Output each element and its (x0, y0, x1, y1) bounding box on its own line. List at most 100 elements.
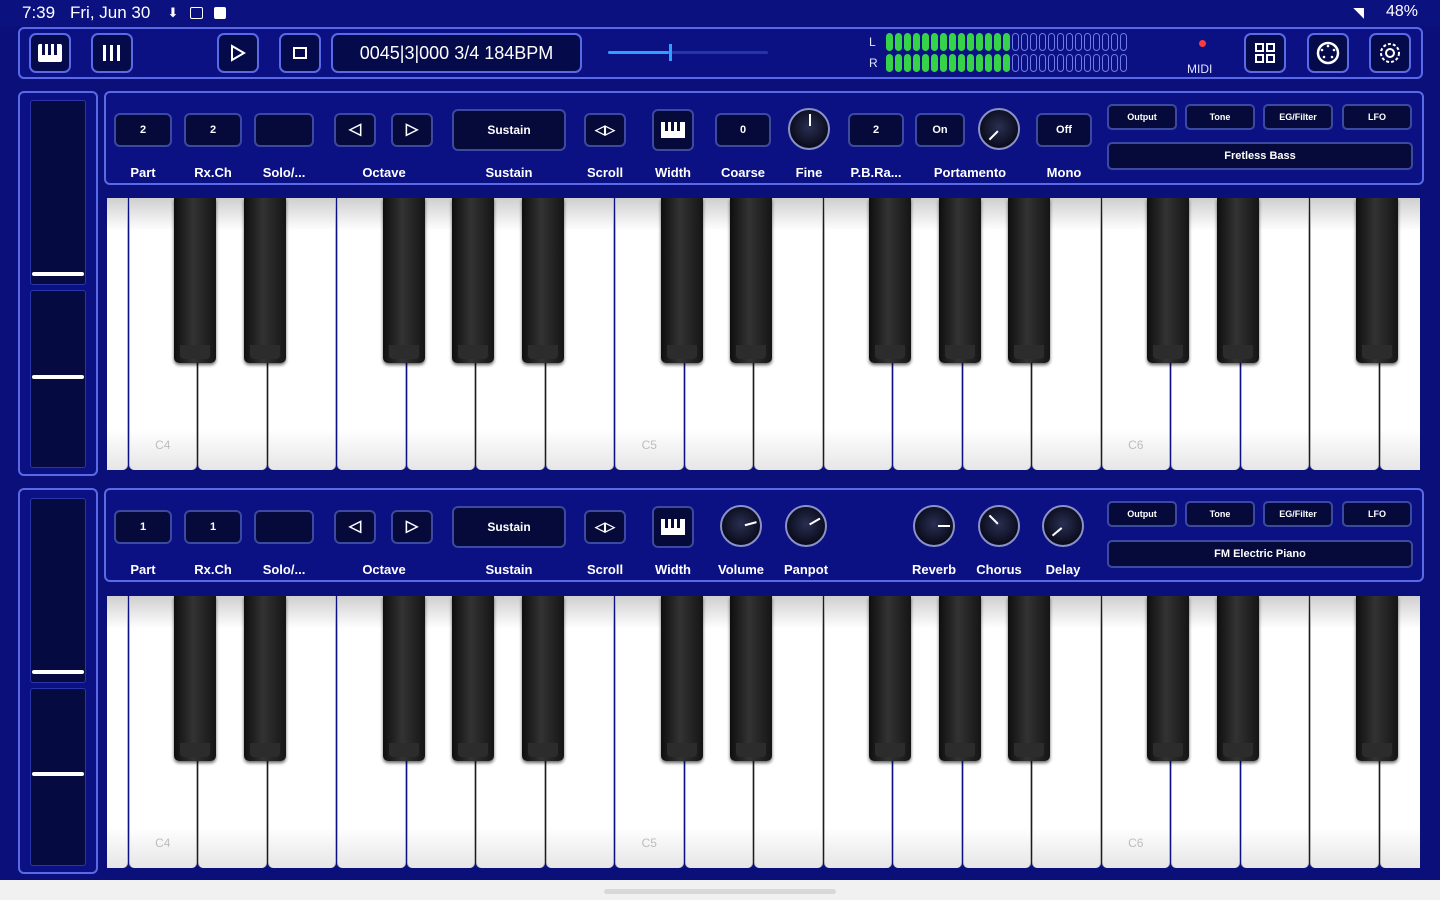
lower-black-key[interactable] (1147, 596, 1189, 761)
meter-segment (1021, 54, 1028, 72)
song-position-display[interactable]: 0045|3|000 3/4 184BPM (331, 33, 582, 73)
lower-delay-knob[interactable] (1042, 505, 1084, 547)
lower-black-key[interactable] (382, 596, 425, 761)
tempo-slider-thumb[interactable] (668, 44, 672, 61)
lower-width-button[interactable] (652, 506, 694, 548)
layout-grid-button[interactable] (1244, 33, 1286, 73)
lower-tab-eg-filter[interactable]: EG/Filter (1263, 501, 1333, 527)
lower-reverb-knob[interactable] (913, 505, 955, 547)
upper-tab-lfo[interactable]: LFO (1342, 104, 1412, 130)
upper-black-key[interactable] (938, 198, 981, 363)
upper-keyboard[interactable]: C4 C5 C6 (107, 198, 1420, 470)
upper-rx-channel-select[interactable]: 2 (184, 113, 242, 147)
lower-black-key[interactable] (1008, 596, 1050, 761)
lower-black-key[interactable] (730, 596, 772, 761)
lower-chorus-knob[interactable] (978, 505, 1020, 547)
upper-black-key[interactable] (660, 198, 703, 363)
upper-black-key[interactable] (521, 198, 564, 363)
lower-black-key[interactable] (1216, 596, 1259, 761)
upper-black-key[interactable] (1147, 198, 1189, 363)
upper-pitch-bend-range[interactable]: 2 (848, 113, 904, 147)
lower-modulation-indicator (32, 772, 84, 776)
lower-scroll-label: Scroll (586, 562, 624, 577)
lower-black-key[interactable] (869, 596, 911, 761)
upper-tab-eg-filter[interactable]: EG/Filter (1263, 104, 1333, 130)
lower-modulation-wheel[interactable] (30, 688, 86, 866)
upper-black-key[interactable] (382, 198, 425, 363)
upper-black-key[interactable] (174, 198, 216, 363)
meter-segment (1057, 33, 1064, 51)
upper-octave-down-button[interactable]: ◁ (334, 113, 376, 147)
lower-sustain-button[interactable]: Sustain (452, 506, 566, 548)
lower-tab-output[interactable]: Output (1107, 501, 1177, 527)
mixer-view-button[interactable] (91, 33, 133, 73)
lower-octave-up-button[interactable]: ▷ (391, 510, 433, 544)
scroll-arrows-icon: ◁▷ (595, 122, 615, 137)
meter-segment (985, 54, 992, 72)
home-gesture-handle[interactable] (604, 889, 836, 894)
lower-solo-mute-button[interactable] (254, 510, 314, 544)
lower-pitch-bend-indicator (32, 670, 84, 674)
upper-modulation-wheel[interactable] (30, 290, 86, 468)
lower-black-key[interactable] (452, 596, 494, 761)
midi-label: MIDI (1187, 62, 1213, 76)
upper-coarse-tune[interactable]: 0 (715, 113, 771, 147)
lower-black-key[interactable] (1355, 596, 1398, 761)
lower-black-key[interactable] (938, 596, 981, 761)
lower-black-key[interactable] (174, 596, 216, 761)
upper-instrument-select[interactable]: Fretless Bass (1107, 142, 1413, 170)
lower-volume-knob[interactable] (720, 505, 762, 547)
upper-white-key[interactable] (107, 198, 128, 470)
upper-black-key[interactable] (1008, 198, 1050, 363)
upper-solo-mute-button[interactable] (254, 113, 314, 147)
upper-mono-switch[interactable]: Off (1036, 113, 1092, 147)
lower-part-select[interactable]: 1 (114, 510, 172, 544)
arrow-left-icon: ◁ (348, 121, 362, 138)
upper-octave-up-button[interactable]: ▷ (391, 113, 433, 147)
lower-black-key[interactable] (243, 596, 286, 761)
upper-note-label: C4 (155, 438, 171, 452)
lower-keyboard[interactable]: C4 C5 C6 (107, 596, 1420, 868)
lower-part-label: Part (130, 562, 156, 577)
upper-black-key[interactable] (730, 198, 772, 363)
battery-level: 48% (1385, 3, 1418, 20)
upper-black-key[interactable] (452, 198, 494, 363)
lower-black-key[interactable] (521, 596, 564, 761)
level-meter-right (886, 54, 1127, 72)
upper-portamento-switch[interactable]: On (915, 113, 965, 147)
meter-segment (1030, 33, 1037, 51)
upper-sustain-button[interactable]: Sustain (452, 109, 566, 151)
upper-width-button[interactable] (652, 109, 694, 151)
upper-black-key[interactable] (1355, 198, 1398, 363)
meter-segment (1120, 54, 1127, 72)
upper-fine-knob[interactable] (788, 108, 830, 150)
upper-pitch-bend-wheel[interactable] (30, 100, 86, 285)
midi-port-button[interactable] (1307, 33, 1349, 73)
lower-reverb-label: Reverb (911, 562, 957, 577)
lower-octave-down-button[interactable]: ◁ (334, 510, 376, 544)
lower-rx-channel-select[interactable]: 1 (184, 510, 242, 544)
upper-portamento-knob[interactable] (978, 108, 1020, 150)
upper-black-key[interactable] (869, 198, 911, 363)
lower-tab-tone[interactable]: Tone (1185, 501, 1255, 527)
lower-instrument-select[interactable]: FM Electric Piano (1107, 540, 1413, 568)
meter-segment (913, 54, 920, 72)
upper-part-select[interactable]: 2 (114, 113, 172, 147)
upper-black-key[interactable] (243, 198, 286, 363)
upper-black-key[interactable] (1216, 198, 1259, 363)
lower-scroll-button[interactable]: ◁▷ (584, 510, 626, 544)
keyboard-view-button[interactable] (29, 33, 71, 73)
upper-scroll-button[interactable]: ◁▷ (584, 113, 626, 147)
tempo-slider[interactable] (608, 44, 768, 61)
lower-pitch-bend-wheel[interactable] (30, 498, 86, 683)
meter-segment (985, 33, 992, 51)
upper-tab-output[interactable]: Output (1107, 104, 1177, 130)
stop-button[interactable] (279, 33, 321, 73)
settings-button[interactable] (1369, 33, 1411, 73)
upper-tab-tone[interactable]: Tone (1185, 104, 1255, 130)
lower-white-key[interactable] (107, 596, 128, 868)
play-button[interactable] (217, 33, 259, 73)
lower-tab-lfo[interactable]: LFO (1342, 501, 1412, 527)
lower-black-key[interactable] (660, 596, 703, 761)
lower-panpot-knob[interactable] (785, 505, 827, 547)
